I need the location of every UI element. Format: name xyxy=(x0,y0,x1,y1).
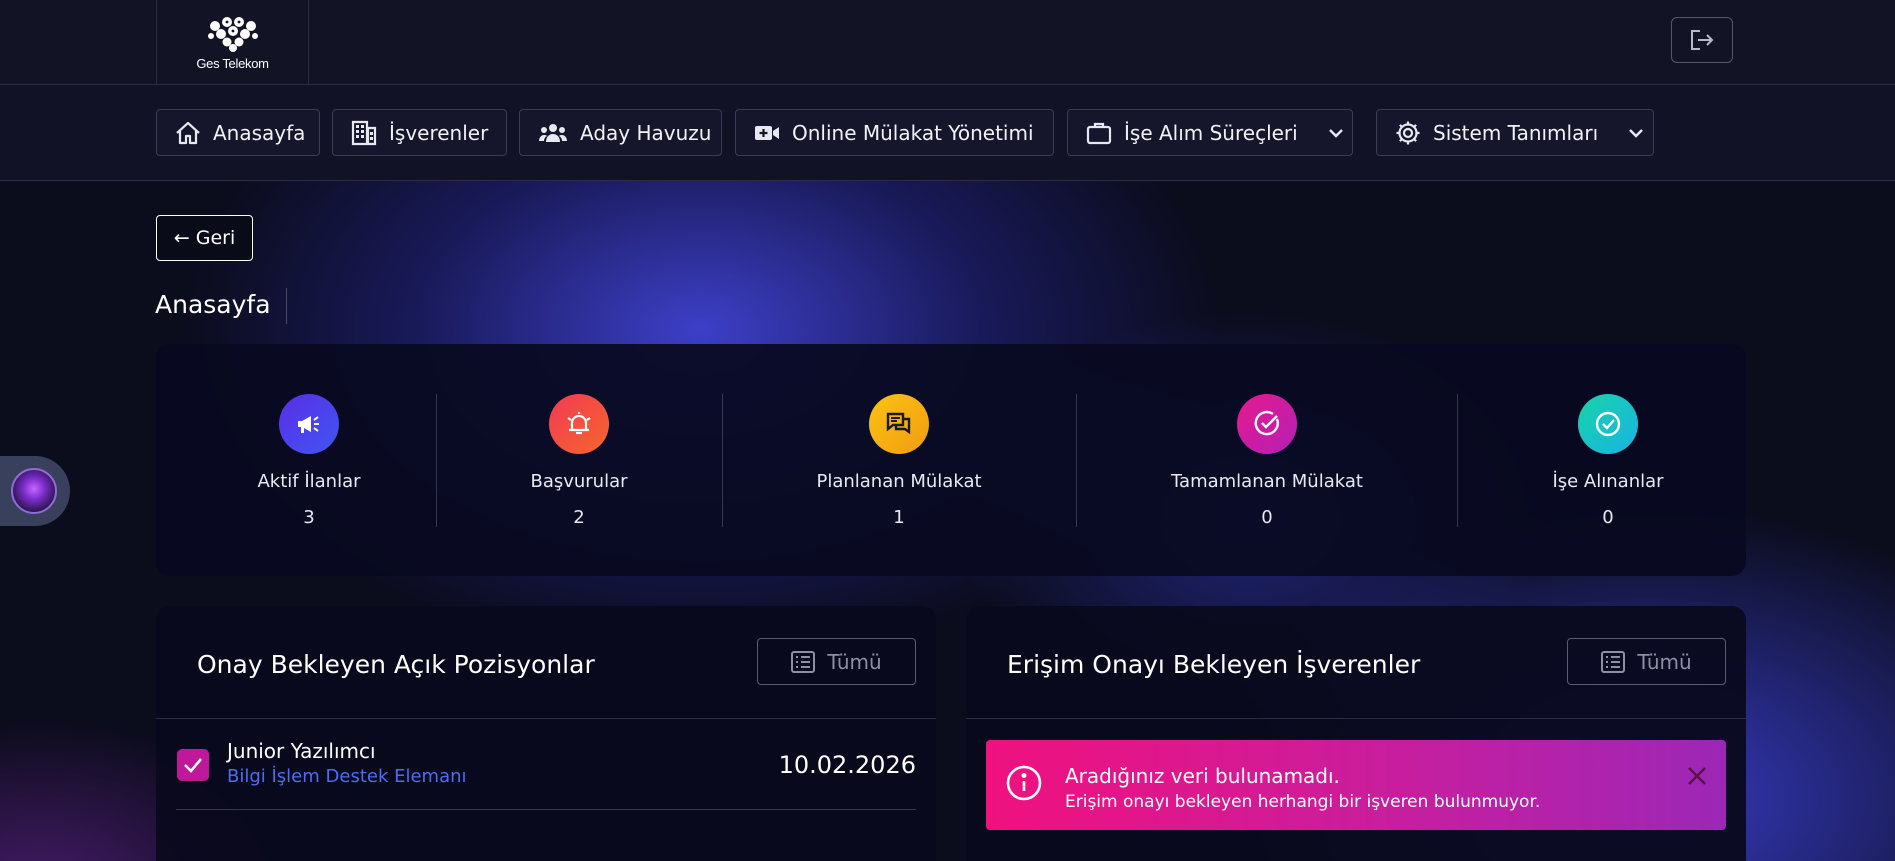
users-icon xyxy=(539,123,567,142)
stat-label: Başvurular xyxy=(530,471,628,492)
home-icon xyxy=(176,121,200,144)
list-icon xyxy=(1601,650,1626,673)
view-all-label: Tümü xyxy=(1637,649,1692,674)
stat-value: 0 xyxy=(1602,507,1614,528)
row-checkbox[interactable] xyxy=(177,749,209,781)
panel-divider xyxy=(156,718,936,719)
pending-employers-panel: Erişim Onayı Bekleyen İşverenler Tümü Ar… xyxy=(966,606,1746,861)
check-icon xyxy=(184,758,202,773)
building-icon xyxy=(351,120,377,145)
brand-logo[interactable]: Ges Telekom xyxy=(156,0,309,85)
logout-button[interactable] xyxy=(1671,17,1733,63)
nav-item-sistem-tanimlari[interactable]: Sistem Tanımları xyxy=(1376,109,1654,156)
main-navigation: Anasayfa İşverenler Aday Havuzu Online M… xyxy=(0,85,1895,181)
panel-title: Erişim Onayı Bekleyen İşverenler xyxy=(1007,650,1421,679)
alert-message: Erişim onayı bekleyen herhangi bir işver… xyxy=(1065,792,1541,812)
gear-icon xyxy=(1396,121,1420,144)
row-divider xyxy=(176,809,916,810)
pending-positions-panel: Onay Bekleyen Açık Pozisyonlar Tümü Juni… xyxy=(156,606,936,861)
stat-planlanan-mulakat[interactable]: Planlanan Mülakat 1 xyxy=(769,394,1029,528)
alert-title: Aradığınız veri bulunamadı. xyxy=(1065,764,1340,788)
nav-item-ise-alim-surecleri[interactable]: İşe Alım Süreçleri xyxy=(1067,109,1353,156)
stat-label: Planlanan Mülakat xyxy=(816,471,982,492)
stat-value: 1 xyxy=(893,507,905,528)
nav-item-aday-havuzu[interactable]: Aday Havuzu xyxy=(519,109,722,156)
stat-basvurular[interactable]: Başvurular 2 xyxy=(449,394,709,528)
stat-ise-alinanlar[interactable]: İşe Alınanlar 0 xyxy=(1478,394,1738,528)
briefcase-icon xyxy=(1086,122,1112,144)
title-divider xyxy=(286,288,287,324)
position-date: 10.02.2026 xyxy=(778,751,916,779)
nav-item-label: Aday Havuzu xyxy=(580,120,712,145)
position-department[interactable]: Bilgi İşlem Destek Elemanı xyxy=(227,766,467,787)
nav-item-label: Sistem Tanımları xyxy=(1433,120,1599,145)
stat-divider xyxy=(722,394,723,527)
nav-item-label: İşverenler xyxy=(389,120,489,145)
check-circle-icon xyxy=(1578,394,1638,454)
check-badge-icon xyxy=(1237,394,1297,454)
stat-tamamlanan-mulakat[interactable]: Tamamlanan Mülakat 0 xyxy=(1137,394,1397,528)
list-icon xyxy=(791,650,816,673)
view-all-label: Tümü xyxy=(827,649,882,674)
top-bar: Ges Telekom xyxy=(0,0,1895,85)
stat-value: 3 xyxy=(303,507,315,528)
back-button[interactable]: ← Geri xyxy=(156,215,253,261)
nav-item-isverenler[interactable]: İşverenler xyxy=(332,109,507,156)
brand-logo-icon xyxy=(207,17,258,52)
chevron-down-icon xyxy=(1328,128,1343,138)
close-icon[interactable] xyxy=(1686,765,1708,787)
nav-item-anasayfa[interactable]: Anasayfa xyxy=(156,109,320,156)
assistant-launcher[interactable] xyxy=(0,456,70,526)
nav-item-label: İşe Alım Süreçleri xyxy=(1124,120,1298,145)
panel-divider xyxy=(966,718,1746,719)
bell-alert-icon xyxy=(549,394,609,454)
view-all-positions-button[interactable]: Tümü xyxy=(757,638,916,685)
stats-card: Aktif İlanlar 3 Başvurular 2 Planlanan M… xyxy=(156,344,1746,576)
megaphone-icon xyxy=(279,394,339,454)
nav-item-online-mulakat[interactable]: Online Mülakat Yönetimi xyxy=(735,109,1054,156)
stat-divider xyxy=(1457,394,1458,527)
view-all-employers-button[interactable]: Tümü xyxy=(1567,638,1726,685)
stat-divider xyxy=(436,394,437,527)
nav-item-label: Online Mülakat Yönetimi xyxy=(792,120,1034,145)
stat-value: 2 xyxy=(573,507,585,528)
assistant-avatar xyxy=(11,468,57,514)
chat-icon xyxy=(869,394,929,454)
chevron-down-icon xyxy=(1629,128,1643,138)
no-data-alert: Aradığınız veri bulunamadı. Erişim onayı… xyxy=(986,740,1726,830)
stat-value: 0 xyxy=(1261,507,1273,528)
position-title: Junior Yazılımcı xyxy=(227,739,376,763)
stat-divider xyxy=(1076,394,1077,527)
nav-item-label: Anasayfa xyxy=(213,120,306,145)
video-icon xyxy=(755,125,779,140)
stat-aktif-ilanlar[interactable]: Aktif İlanlar 3 xyxy=(179,394,439,528)
stat-label: Tamamlanan Mülakat xyxy=(1171,471,1363,492)
brand-logo-text: Ges Telekom xyxy=(196,56,269,71)
logout-icon xyxy=(1691,30,1714,50)
page-title: Anasayfa xyxy=(155,290,271,319)
stat-label: İşe Alınanlar xyxy=(1552,471,1664,492)
panel-title: Onay Bekleyen Açık Pozisyonlar xyxy=(197,650,595,679)
info-icon xyxy=(1006,765,1042,801)
stat-label: Aktif İlanlar xyxy=(257,471,361,492)
